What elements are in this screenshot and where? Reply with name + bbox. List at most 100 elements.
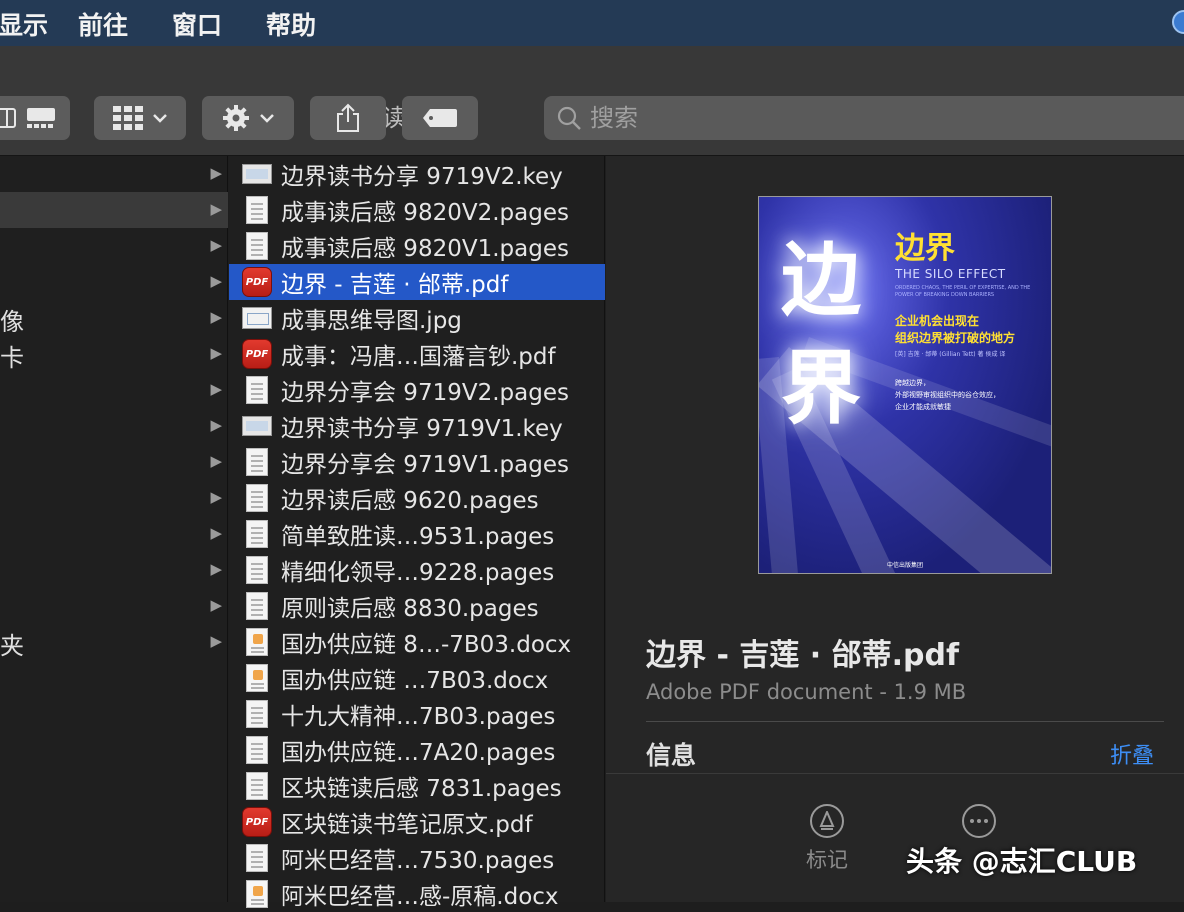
disclosure-arrow-icon: ▶ [210, 236, 222, 254]
file-list-column: 边界读书分享 9719V2.key 成事读后感 9820V2.pages 成事读后感… [229, 156, 605, 910]
folder-row[interactable]: ▶ [0, 372, 228, 408]
folder-row[interactable]: 夹 ▶ [0, 624, 228, 660]
pages-icon [246, 376, 268, 404]
file-row[interactable]: 边界读后感 9620.pages [229, 480, 605, 516]
pdf-cover-thumbnail[interactable]: 边界 边界 THE SILO EFFECT ORDERED CHAOS, THE… [758, 196, 1052, 574]
quick-actions-bar: 标记 [606, 773, 1184, 902]
markup-icon [810, 804, 844, 838]
file-row[interactable]: 区块链读后感 7831.pages [229, 768, 605, 804]
file-row[interactable]: 成事读后感 9820V2.pages [229, 192, 605, 228]
pages-icon [246, 592, 268, 620]
pages-icon [246, 700, 268, 728]
file-row[interactable]: 十九大精神…7B03.pages [229, 696, 605, 732]
file-row[interactable]: 国办供应链 8…-7B03.docx [229, 624, 605, 660]
menu-view[interactable]: 显示 [0, 6, 48, 42]
pages-icon [246, 520, 268, 548]
image-icon [242, 307, 272, 329]
file-icon-wrap [237, 300, 277, 336]
file-row[interactable]: 精细化领导…9228.pages [229, 552, 605, 588]
file-row[interactable]: 边界读书分享 9719V2.key [229, 156, 605, 192]
file-name: 国办供应链 8…-7B03.docx [281, 632, 572, 658]
pages-icon [246, 448, 268, 476]
cover-subtitle-line: 组织边界被打破的地方 [895, 331, 1016, 345]
file-row[interactable]: 边界分享会 9719V1.pages [229, 444, 605, 480]
gallery-view-icon[interactable] [26, 107, 56, 129]
menu-help[interactable]: 帮助 [266, 6, 316, 42]
more-action[interactable] [962, 804, 996, 844]
gear-icon [223, 105, 249, 131]
file-row[interactable]: 国办供应链 …7B03.docx [229, 660, 605, 696]
info-section-heading: 信息 [646, 741, 697, 770]
file-name: 区块链读后感 7831.pages [281, 776, 562, 802]
view-mode-segmented-control[interactable] [0, 96, 70, 140]
search-field[interactable] [544, 96, 1184, 140]
docx-icon [246, 664, 268, 692]
file-name: 边界分享会 9719V1.pages [281, 452, 569, 478]
file-row[interactable]: 成事读后感 9820V1.pages [229, 228, 605, 264]
file-row[interactable]: 原则读后感 8830.pages [229, 588, 605, 624]
disclosure-arrow-icon: ▶ [210, 380, 222, 398]
file-row[interactable]: PDF 成事：冯唐…国藩言钞.pdf [229, 336, 605, 372]
pages-icon [246, 556, 268, 584]
folder-row[interactable]: ▶ [0, 480, 228, 516]
disclosure-arrow-icon: ▶ [210, 632, 222, 650]
folder-row[interactable]: ▶ [0, 444, 228, 480]
search-input[interactable] [590, 104, 890, 132]
docx-icon [246, 880, 268, 908]
file-icon-wrap [237, 516, 277, 552]
folder-row[interactable]: 卡 ▶ [0, 336, 228, 372]
menu-window[interactable]: 窗口 [172, 6, 222, 42]
keynote-icon [242, 416, 272, 436]
folder-row[interactable]: 像 ▶ [0, 300, 228, 336]
file-row[interactable]: 边界读书分享 9719V1.key [229, 408, 605, 444]
menu-go[interactable]: 前往 [78, 6, 128, 42]
cover-subtitle-line: 企业机会出现在 [895, 314, 980, 328]
cover-publisher: 中信出版集团 [886, 562, 923, 569]
folder-row[interactable]: ▶ [0, 552, 228, 588]
folder-row[interactable]: ▶ [0, 264, 228, 300]
file-icon-wrap [237, 732, 277, 768]
file-row[interactable]: 国办供应链…7A20.pages [229, 732, 605, 768]
action-menu-button[interactable] [202, 96, 294, 140]
file-name: 精细化领导…9228.pages [281, 560, 555, 586]
collapse-link[interactable]: 折叠 [1110, 738, 1154, 770]
markup-action[interactable]: 标记 [806, 804, 848, 874]
file-row[interactable]: 简单致胜读…9531.pages [229, 516, 605, 552]
file-icon-wrap [237, 444, 277, 480]
folder-row[interactable]: ▶ [0, 516, 228, 552]
file-name: 边界分享会 9719V2.pages [281, 380, 569, 406]
file-row[interactable]: PDF 区块链读书笔记原文.pdf [229, 804, 605, 840]
file-row[interactable]: 边界分享会 9719V2.pages [229, 372, 605, 408]
search-icon [557, 106, 581, 130]
file-name: 简单致胜读…9531.pages [281, 524, 555, 550]
folder-row[interactable]: ▶ [0, 408, 228, 444]
cover-big-title: 边界 [781, 234, 861, 435]
divider [646, 721, 1164, 722]
share-icon [337, 103, 359, 132]
file-icon-wrap [237, 624, 277, 660]
share-button[interactable] [310, 96, 386, 140]
folder-row[interactable]: ▶ [0, 156, 228, 192]
status-app-icon[interactable] [1172, 10, 1184, 34]
folder-row[interactable]: ▶ [0, 192, 228, 228]
docx-icon [246, 628, 268, 656]
file-row[interactable]: PDF 边界 - 吉莲 · 邰蒂.pdf [229, 264, 605, 300]
file-name: 边界 - 吉莲 · 邰蒂.pdf [281, 272, 509, 298]
tags-button[interactable] [402, 96, 478, 140]
chevron-down-icon [260, 114, 274, 123]
file-name: 边界读后感 9620.pages [281, 488, 539, 514]
file-row[interactable]: 阿米巴经营…感-原稿.docx [229, 876, 605, 912]
group-by-button[interactable] [94, 96, 186, 140]
file-row[interactable]: 成事思维导图.jpg [229, 300, 605, 336]
file-name: 成事读后感 9820V1.pages [281, 236, 569, 262]
folder-row[interactable]: ▶ [0, 228, 228, 264]
file-row[interactable]: 阿米巴经营…7530.pages [229, 840, 605, 876]
column-view-icon[interactable] [0, 107, 16, 129]
folder-row-label: 像 [0, 308, 24, 336]
folder-row-label: 卡 [0, 344, 24, 372]
pdf-icon: PDF [242, 339, 272, 369]
cover-blurb-line: 企业才能成就敏捷 [895, 403, 951, 411]
folder-row[interactable]: ▶ [0, 588, 228, 624]
cover-title: 边界 [895, 231, 955, 266]
folder-row-label: 夹 [0, 632, 24, 660]
